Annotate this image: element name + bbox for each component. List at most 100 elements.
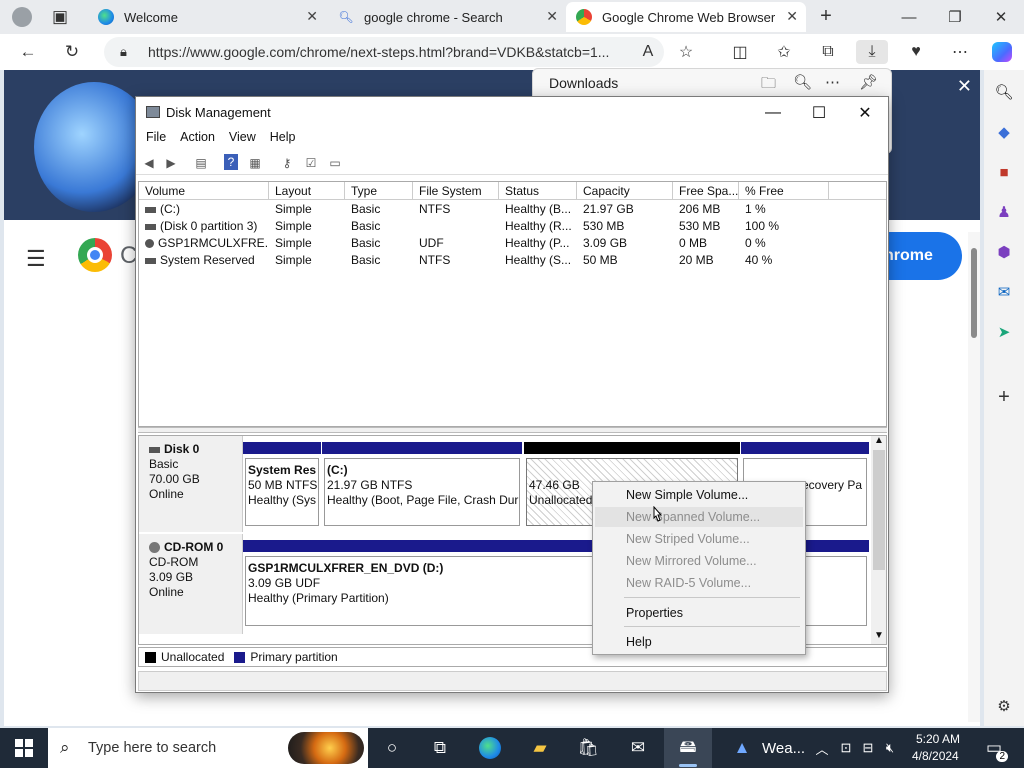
folder-icon[interactable]: 🗀 — [761, 73, 776, 98]
table-row[interactable]: GSP1RMCULXFRE... Simple Basic UDF Health… — [139, 235, 886, 252]
close-icon[interactable]: ✕ — [306, 8, 318, 25]
scroll-up-icon[interactable]: ▲ — [874, 436, 884, 446]
tab-search[interactable]: 🔍︎ google chrome - Search ✕ — [328, 2, 566, 32]
table-row[interactable]: (Disk 0 partition 3) Simple Basic Health… — [139, 218, 886, 235]
taskbar-disk-management[interactable]: 🖴︎ — [664, 728, 712, 768]
disk-0-info[interactable]: Disk 0 Basic 70.00 GB Online — [139, 436, 243, 532]
column-status[interactable]: Status — [499, 182, 577, 200]
forward-arrow-icon[interactable]: ▶ — [162, 154, 180, 172]
pane-splitter[interactable] — [138, 427, 887, 433]
sidebar-search[interactable]: 🔍︎ — [992, 80, 1016, 104]
menu-item-new-simple-volume[interactable]: New Simple Volume... — [595, 485, 803, 505]
menu-item-new-spanned-volume[interactable]: New Spanned Volume... — [595, 507, 803, 527]
taskbar-edge[interactable] — [478, 736, 502, 760]
menu-item-new-mirrored-volume[interactable]: New Mirrored Volume... — [595, 551, 803, 571]
read-aloud-button[interactable]: A — [634, 40, 662, 64]
connect-icon[interactable]: ⚷ — [278, 154, 296, 172]
minimize-button[interactable]: — — [750, 97, 796, 128]
menu-item-new-striped-volume[interactable]: New Striped Volume... — [595, 529, 803, 549]
disk-view-scrollbar[interactable]: ▲ ▼ — [871, 436, 886, 644]
taskbar-weather[interactable]: ▲ — [730, 736, 754, 760]
favorite-button[interactable]: ☆ — [672, 40, 700, 64]
copilot-button[interactable] — [988, 40, 1016, 64]
sidebar-add[interactable]: + — [992, 385, 1016, 409]
tray-volume[interactable]: 🔇︎ — [878, 736, 902, 760]
menu-action[interactable]: Action — [170, 128, 215, 148]
profile-avatar[interactable] — [8, 4, 36, 30]
sidebar-tools[interactable]: ■ — [992, 160, 1016, 184]
weather-label[interactable]: Wea... — [762, 740, 805, 757]
page-scrollbar[interactable] — [968, 232, 980, 722]
sidebar-office[interactable]: ⬢ — [992, 240, 1016, 264]
address-bar[interactable]: 🔒︎ https://www.google.com/chrome/next-st… — [104, 37, 664, 67]
menu-help[interactable]: Help — [260, 128, 296, 148]
menu-file[interactable]: File — [136, 128, 166, 148]
close-icon[interactable]: ✕ — [786, 8, 798, 25]
scroll-down-icon[interactable]: ▼ — [874, 630, 884, 641]
close-icon[interactable]: ✕ — [546, 8, 558, 25]
help-icon[interactable]: ? — [224, 154, 238, 170]
clock-time[interactable]: 5:20 AM — [916, 732, 960, 746]
collections-button[interactable]: ⧉ — [814, 40, 842, 64]
table-row[interactable]: System Reserved Simple Basic NTFS Health… — [139, 252, 886, 269]
close-button[interactable]: ✕ — [842, 97, 888, 128]
column-volume[interactable]: Volume — [139, 182, 269, 200]
sidebar-settings[interactable]: ⚙ — [992, 694, 1016, 718]
scroll-thumb[interactable] — [971, 248, 977, 338]
sidebar-shopping[interactable]: ◆ — [992, 120, 1016, 144]
column-file-system[interactable]: File System — [413, 182, 499, 200]
notification-button[interactable]: ▭ 2 — [982, 736, 1008, 762]
menu-item-new-raid5-volume[interactable]: New RAID-5 Volume... — [595, 573, 803, 593]
column-layout[interactable]: Layout — [269, 182, 345, 200]
scroll-thumb[interactable] — [873, 450, 885, 570]
sidebar-games[interactable]: ♟ — [992, 200, 1016, 224]
download-chrome-button[interactable]: hrome — [878, 232, 962, 280]
tab-actions-button[interactable]: ▣ — [46, 5, 74, 29]
tray-chevron[interactable]: ︿ — [810, 736, 834, 760]
console-tree-icon[interactable]: ▤ — [192, 154, 210, 172]
favorites-button[interactable]: ✩ — [770, 40, 798, 64]
taskbar-file-explorer[interactable]: ▰ — [528, 736, 552, 760]
cortana-button[interactable]: ○ — [380, 736, 404, 760]
properties-icon[interactable]: ▭ — [326, 154, 344, 172]
sidebar-outlook[interactable]: ✉ — [992, 280, 1016, 304]
search-icon[interactable]: 🔍︎ — [793, 73, 812, 91]
back-button[interactable]: ← — [14, 40, 42, 64]
refresh-button[interactable]: ↻ — [58, 40, 86, 64]
menu-icon[interactable]: ☰ — [26, 246, 46, 272]
list-view-icon[interactable]: ▦ — [246, 154, 264, 172]
close-window-button[interactable]: ✕ — [978, 0, 1024, 34]
tray-network[interactable]: ⊟ — [856, 736, 880, 760]
new-tab-button[interactable]: + — [812, 4, 840, 28]
column-type[interactable]: Type — [345, 182, 413, 200]
tray-meet-now[interactable]: ⊡ — [834, 736, 858, 760]
table-row[interactable]: (C:) Simple Basic NTFS Healthy (B... 21.… — [139, 201, 886, 218]
clock-date[interactable]: 4/8/2024 — [912, 749, 959, 763]
more-icon[interactable]: ⋯ — [825, 73, 840, 91]
column-capacity[interactable]: Capacity — [577, 182, 673, 200]
taskbar-mail[interactable]: ✉ — [626, 736, 650, 760]
checklist-icon[interactable]: ☑ — [302, 154, 320, 172]
partition-system-reserved[interactable]: System Res 50 MB NTFS Healthy (Sys — [243, 442, 321, 528]
start-button[interactable] — [12, 736, 36, 760]
restore-button[interactable]: ❐ — [932, 0, 978, 34]
maximize-button[interactable]: ☐ — [796, 97, 842, 128]
tab-welcome[interactable]: Welcome ✕ — [88, 2, 326, 32]
column-free-space[interactable]: Free Spa... — [673, 182, 739, 200]
close-icon[interactable]: ✕ — [957, 76, 972, 97]
column-percent-free[interactable]: % Free — [739, 182, 829, 200]
performance-button[interactable]: ♥ — [902, 40, 930, 64]
settings-more-button[interactable]: ⋯ — [946, 40, 974, 64]
partition-c[interactable]: (C:) 21.97 GB NTFS Healthy (Boot, Page F… — [322, 442, 522, 528]
window-title-bar[interactable]: Disk Management — ☐ ✕ — [136, 97, 888, 128]
downloads-button[interactable]: ⤓ — [856, 40, 888, 64]
menu-item-help[interactable]: Help — [595, 632, 803, 652]
sidebar-send[interactable]: ➤ — [992, 320, 1016, 344]
back-arrow-icon[interactable]: ◀ — [140, 154, 158, 172]
split-screen-button[interactable]: ◫ — [726, 40, 754, 64]
minimize-button[interactable]: — — [886, 0, 932, 34]
menu-item-properties[interactable]: Properties — [595, 603, 803, 623]
pin-icon[interactable]: 📌︎ — [859, 73, 878, 91]
cdrom-0-info[interactable]: CD-ROM 0 CD-ROM 3.09 GB Online — [139, 534, 243, 634]
taskbar-search-box[interactable]: ⌕ Type here to search — [48, 728, 368, 768]
